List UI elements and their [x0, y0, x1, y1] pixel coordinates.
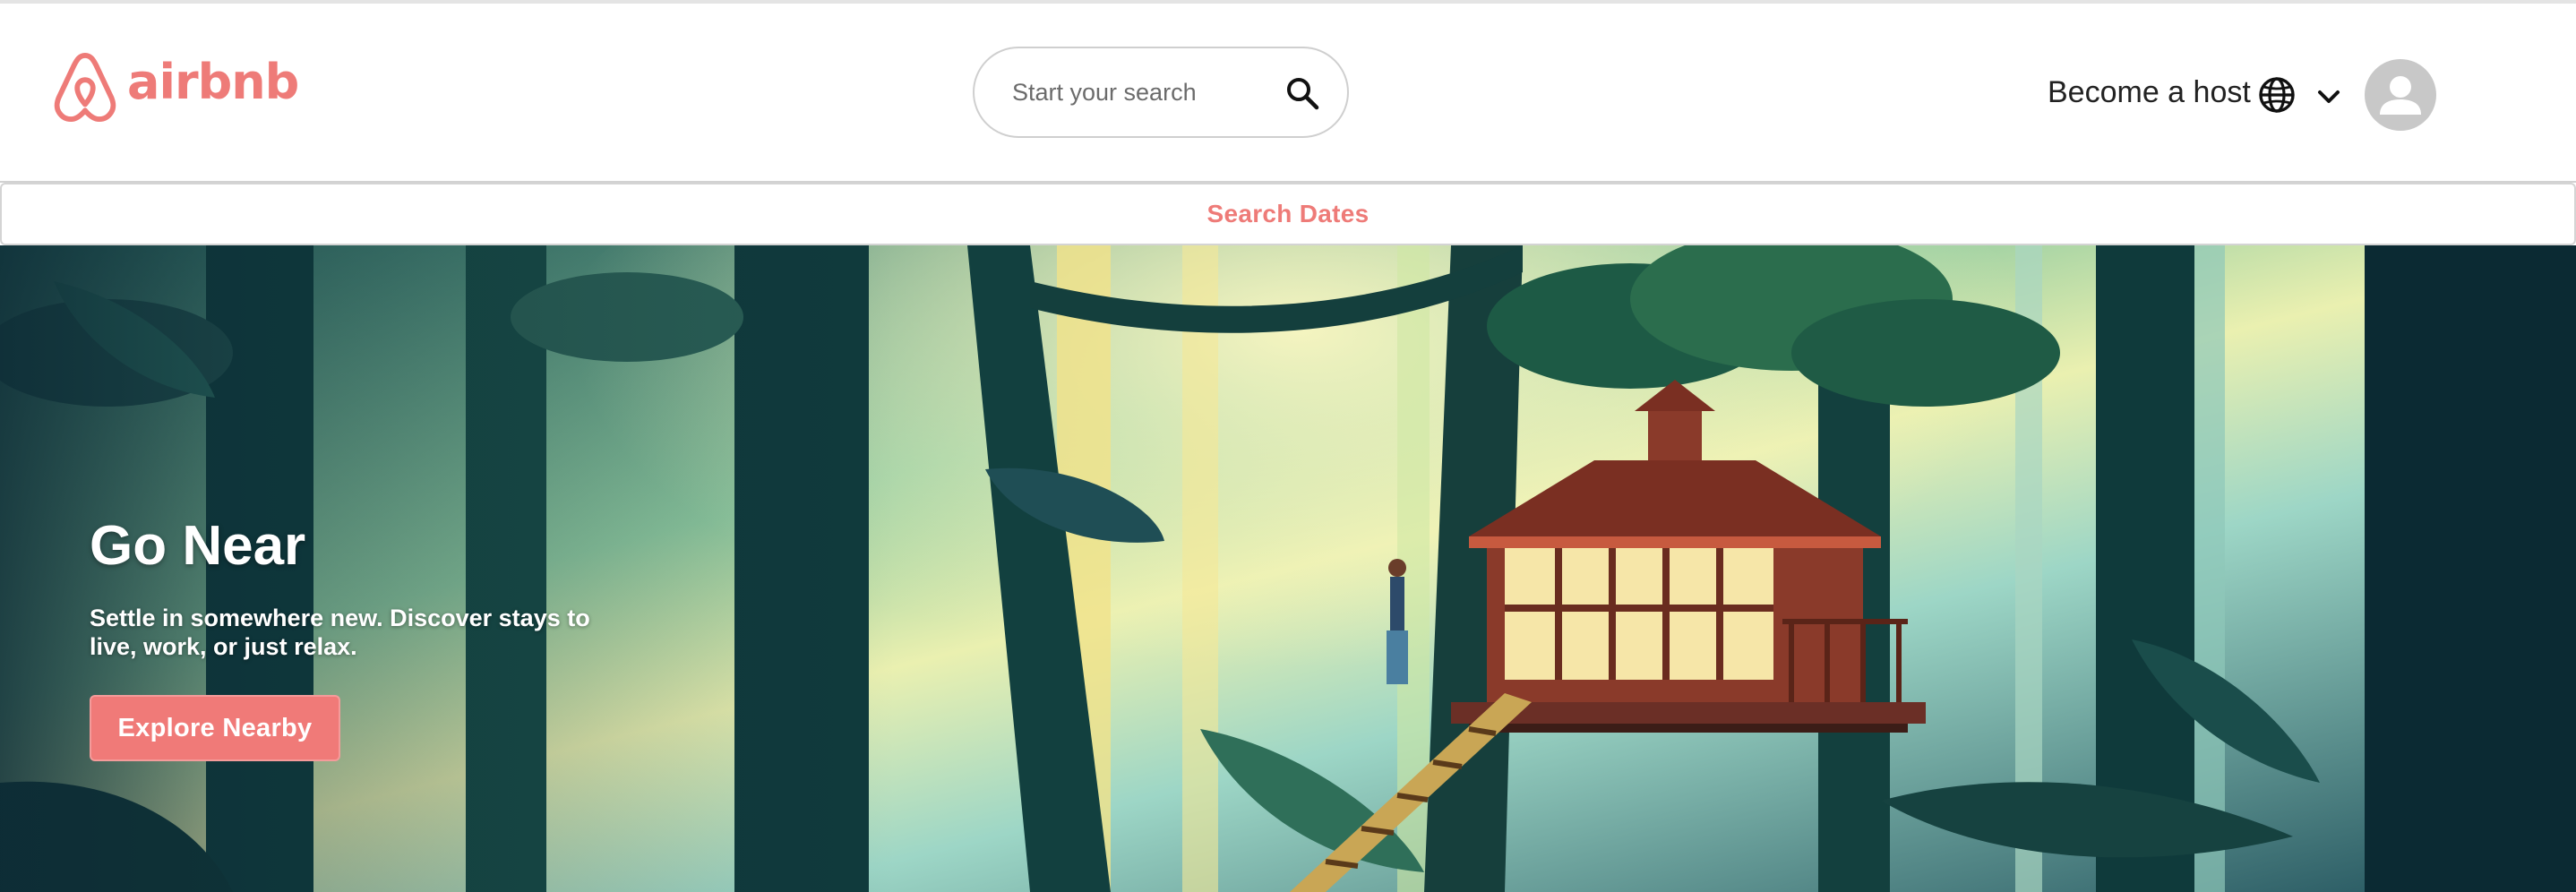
become-a-host-link[interactable]: Become a host	[2048, 75, 2251, 110]
explore-nearby-button[interactable]: Explore Nearby	[90, 695, 340, 761]
globe-icon[interactable]	[2257, 75, 2297, 115]
treehouse-forest-illustration	[0, 245, 2576, 892]
search-dates-label: Search Dates	[1206, 200, 1370, 227]
search-input[interactable]	[1010, 77, 1274, 107]
user-avatar-icon	[2380, 76, 2421, 115]
search-button[interactable]	[1277, 68, 1327, 118]
brand-name: airbnb	[127, 53, 299, 110]
search-dates-button[interactable]: Search Dates	[0, 183, 2576, 245]
hero-subtitle: Settle in somewhere new. Discover stays …	[90, 605, 590, 660]
search-box[interactable]	[973, 47, 1349, 138]
hero-title: Go Near	[90, 515, 306, 577]
airbnb-belo-icon	[54, 52, 116, 122]
search-icon	[1287, 78, 1319, 110]
hero-banner: Go Near Settle in somewhere new. Discove…	[0, 245, 2576, 892]
airbnb-logo[interactable]: airbnb	[50, 50, 299, 124]
user-avatar-button[interactable]	[2365, 59, 2436, 131]
chevron-down-icon[interactable]	[2314, 82, 2343, 111]
header: airbnb Become a host	[0, 4, 2576, 183]
